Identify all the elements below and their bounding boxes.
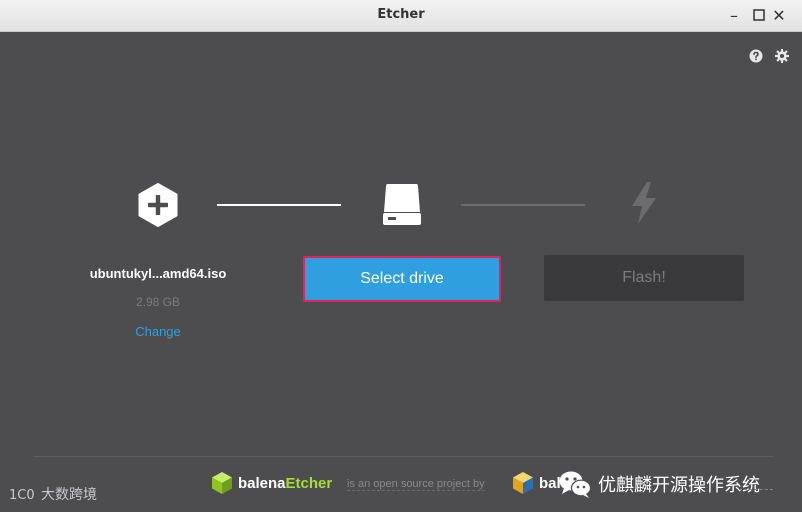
window-title: Etcher [377,7,425,22]
wechat-watermark: 优麒麟开源操作系统 [558,469,760,499]
help-icon[interactable] [749,48,763,63]
minimize-button[interactable]: – [722,4,746,28]
change-image-link[interactable]: Change [63,324,253,339]
watermark-text: 优麒麟开源操作系统 [598,475,760,496]
gear-icon[interactable] [775,48,789,63]
flash-button[interactable]: Flash! [544,255,744,301]
drive-icon [382,184,422,230]
brand-prefix: balena [238,474,286,492]
footer-dash [739,489,773,490]
balena-logo-cube-icon [513,472,533,494]
wechat-icon [559,471,592,498]
balena-etcher-logo[interactable]: balenaEtcher [211,471,332,495]
close-button[interactable]: ✕ [767,4,791,28]
footer-tagline: is an open source project by [347,478,485,491]
footer: balenaEtcher is an open source project b… [1,469,801,499]
selected-image-size: 2.98 GB [135,295,181,309]
svg-text:1C0: 1C0 [9,488,35,503]
selected-image-name: ubuntukyl...amd64.iso [89,266,227,281]
balena-cube-icon [212,472,232,494]
brand-suffix: Etcher [285,474,333,492]
footer-divider [33,456,773,457]
lightning-icon [629,182,659,228]
corner-watermark: 1C0 大数跨境 [9,484,97,504]
corner-watermark-logo: 1C0 [9,488,35,503]
select-drive-button[interactable]: Select drive [303,256,501,302]
corner-watermark-text: 大数跨境 [41,487,97,503]
step-connector-1 [217,204,341,206]
plus-hexagon-icon[interactable] [137,183,179,231]
maximize-icon [753,9,765,21]
step-connector-2 [461,204,585,206]
header-icons [749,48,789,63]
etcher-app: ubuntukyl...amd64.iso 2.98 GB Change Sel… [1,32,801,511]
title-bar: Etcher – ✕ [0,0,802,32]
